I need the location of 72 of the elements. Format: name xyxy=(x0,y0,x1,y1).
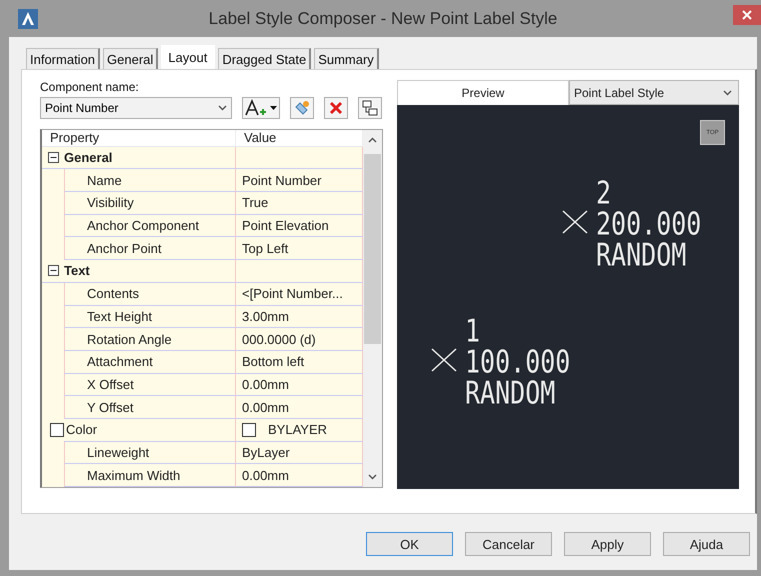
point-marker-icon xyxy=(562,210,588,234)
scrollbar-thumb[interactable] xyxy=(364,154,381,344)
point-marker-icon xyxy=(431,348,457,372)
indent-cell xyxy=(42,464,64,487)
copy-button[interactable] xyxy=(358,97,382,119)
label-text: 2 xyxy=(596,177,612,208)
window-title: Label Style Composer - New Point Label Style xyxy=(208,8,558,28)
property-cell: Anchor Component xyxy=(64,214,236,238)
color-swatch-icon xyxy=(242,422,256,437)
value-cell[interactable] xyxy=(236,146,363,170)
label-text: 100.000 xyxy=(465,346,570,378)
dialog-button[interactable]: OK xyxy=(366,532,453,556)
sparkle-button[interactable] xyxy=(290,97,314,119)
add-text-icon xyxy=(243,98,279,118)
value-cell[interactable]: True xyxy=(236,192,363,215)
add-text-button[interactable] xyxy=(242,97,280,119)
dialog-button[interactable]: Cancelar xyxy=(465,532,552,556)
property-cell: Visibility xyxy=(64,192,236,215)
property-cell: Name xyxy=(64,169,236,192)
property-cell: Rotation Angle xyxy=(64,328,236,351)
delete-icon xyxy=(328,100,344,116)
tab[interactable]: Layout xyxy=(161,45,216,69)
value-cell[interactable]: Point Elevation xyxy=(236,214,363,238)
style-dropdown[interactable]: Point Label Style xyxy=(569,80,739,105)
collapse-icon[interactable] xyxy=(48,265,58,276)
label-text: 1 xyxy=(465,315,480,346)
property-cell: Color xyxy=(64,418,236,442)
property-cell: Contents xyxy=(64,282,236,306)
tab[interactable]: Summary xyxy=(314,48,379,69)
delete-button[interactable] xyxy=(324,97,348,119)
label-text: RANDOM xyxy=(465,377,556,408)
value-cell[interactable]: 3.00mm xyxy=(236,306,363,328)
value-cell[interactable]: BYLAYER xyxy=(236,418,363,442)
color-swatch-icon xyxy=(50,423,64,438)
value-cell[interactable]: Bottom left xyxy=(236,350,363,374)
tab[interactable]: Information xyxy=(26,48,100,69)
chevron-down-icon xyxy=(218,105,227,111)
close-button[interactable] xyxy=(733,5,761,25)
property-value[interactable]: BYLAYER xyxy=(268,422,328,438)
property-cell: Attachment xyxy=(64,350,236,374)
field-label: Component name: xyxy=(40,80,140,94)
value-cell[interactable]: 000.0000 (d) xyxy=(236,328,363,351)
chevron-down-icon xyxy=(723,90,732,96)
copy-icon xyxy=(361,99,379,117)
value-cell[interactable]: ByLayer xyxy=(236,442,363,464)
value-cell[interactable] xyxy=(236,260,363,283)
column-header: Property xyxy=(42,130,236,146)
value-cell[interactable]: 0.00mm xyxy=(236,396,363,419)
label-text: 200.000 xyxy=(596,208,702,240)
property-cell: X Offset xyxy=(64,374,236,396)
dialog-button[interactable]: Ajuda xyxy=(663,532,750,556)
label-text: RANDOM xyxy=(596,239,686,270)
property-cell: Y Offset xyxy=(64,396,236,419)
tab[interactable]: General xyxy=(103,48,158,69)
property-cell: Lineweight xyxy=(64,442,236,464)
close-icon xyxy=(742,10,752,20)
collapse-icon[interactable] xyxy=(48,152,58,164)
preview-tab[interactable]: Preview xyxy=(397,80,569,105)
dialog-button[interactable]: Apply xyxy=(564,532,651,556)
tab[interactable]: Dragged State xyxy=(218,48,312,69)
app-logo-icon xyxy=(18,9,38,32)
property-cell: Maximum Width xyxy=(64,464,236,487)
component-dropdown[interactable]: Point Number xyxy=(40,97,232,119)
value-cell[interactable]: Point Number xyxy=(236,169,363,192)
value-cell[interactable]: 0.00mm xyxy=(236,464,363,487)
value-cell[interactable]: Top Left xyxy=(236,237,363,260)
category-label: General xyxy=(64,146,236,170)
value-cell[interactable]: <[Point Number... xyxy=(236,282,363,306)
category-label: Text xyxy=(64,260,236,283)
value-cell[interactable]: 0.00mm xyxy=(236,374,363,396)
property-cell: Anchor Point xyxy=(64,237,236,260)
property-cell: Text Height xyxy=(64,306,236,328)
